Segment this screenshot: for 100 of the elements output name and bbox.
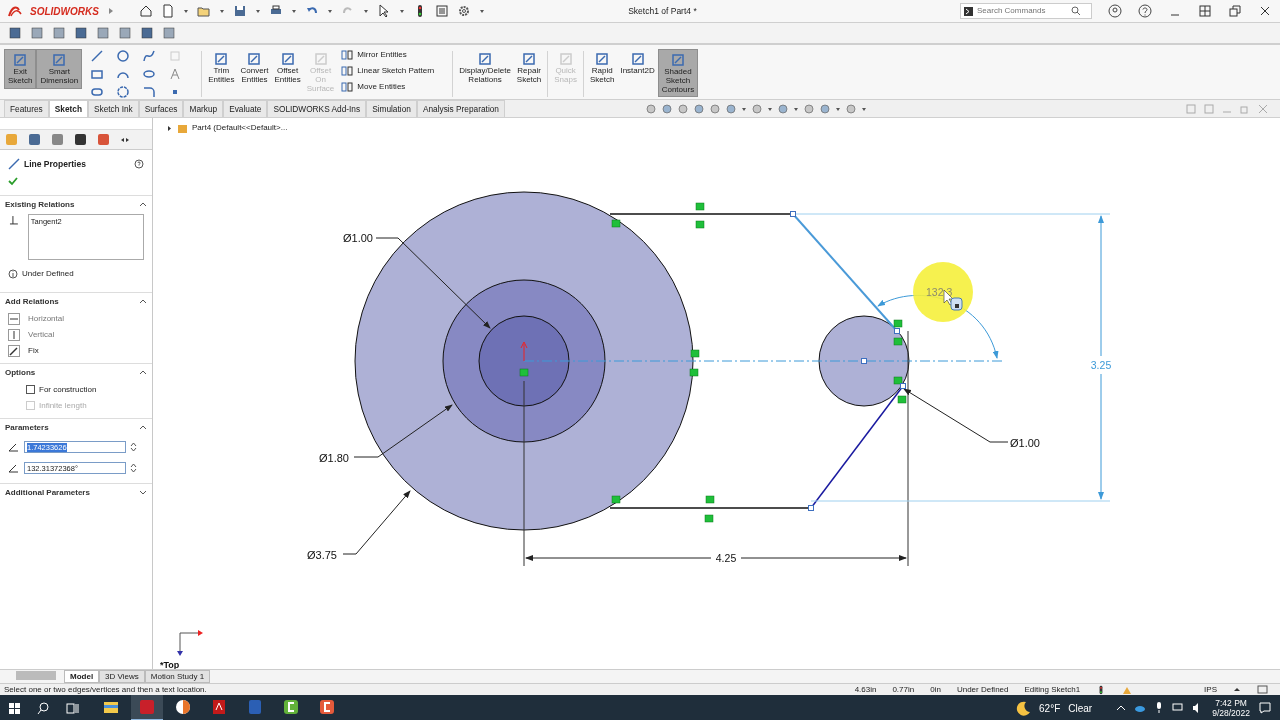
tile-icon[interactable] xyxy=(1198,4,1212,18)
ribbon-button[interactable]: Convert Entities xyxy=(237,49,272,87)
cursor-icon[interactable] xyxy=(376,4,391,18)
save-icon[interactable] xyxy=(232,4,247,18)
tree-path[interactable]: Part4 (Default<<Default>... xyxy=(192,122,288,134)
tool-icon xyxy=(12,52,29,68)
sketch-point[interactable] xyxy=(900,383,906,389)
app-icon[interactable] xyxy=(282,698,300,716)
ribbon-button[interactable]: Display/Delete Relations xyxy=(456,49,514,87)
ribbon-button[interactable]: Rapid Sketch xyxy=(586,49,618,87)
spinner-icon[interactable] xyxy=(130,463,137,474)
linear-dimension[interactable]: 4.25 xyxy=(715,552,737,564)
open-folder-icon[interactable] xyxy=(196,4,211,18)
ribbon-button[interactable]: Shaded Sketch Contours xyxy=(657,49,699,98)
sketch-point[interactable] xyxy=(861,358,867,364)
ok-icon[interactable] xyxy=(8,175,18,186)
help-icon[interactable] xyxy=(134,159,144,170)
ribbon-command[interactable]: Move Entities xyxy=(341,81,435,93)
caret-icon[interactable] xyxy=(741,105,747,112)
expand-icon[interactable] xyxy=(139,489,147,497)
sketch-point[interactable] xyxy=(808,505,814,511)
weather-condition[interactable]: Clear xyxy=(1068,700,1093,716)
status-menu-icon[interactable] xyxy=(1257,684,1268,695)
chevron-up-icon[interactable] xyxy=(1116,704,1127,712)
ribbon-command[interactable]: Linear Sketch Pattern xyxy=(341,65,435,77)
close-icon[interactable] xyxy=(1258,4,1272,18)
settings-icon[interactable] xyxy=(456,4,471,18)
collapse-icon[interactable] xyxy=(139,424,147,432)
home-icon[interactable] xyxy=(138,4,153,18)
network-icon[interactable] xyxy=(1172,702,1185,714)
ribbon-button[interactable]: Repair Sketch xyxy=(513,49,545,87)
restore-icon[interactable] xyxy=(1228,4,1242,18)
scroll-arrows-icon[interactable] xyxy=(119,135,131,144)
rectangle-tool-icon[interactable] xyxy=(90,67,105,81)
collapse-icon[interactable] xyxy=(139,369,147,377)
start-icon[interactable] xyxy=(8,701,21,715)
app-icon[interactable] xyxy=(210,698,228,716)
spline-tool-icon[interactable] xyxy=(142,49,157,63)
diameter-dimension[interactable]: Ø1.00 xyxy=(343,232,373,244)
ribbon-button[interactable]: Instant2D xyxy=(617,49,658,78)
caret-icon[interactable] xyxy=(362,8,369,14)
section-heading[interactable]: Options xyxy=(5,366,36,379)
caret-icon[interactable] xyxy=(254,8,261,14)
caret-icon[interactable] xyxy=(861,105,867,112)
caret-icon[interactable] xyxy=(835,105,841,112)
search-field[interactable]: Search Commands xyxy=(960,3,1092,19)
diameter-dimension[interactable]: Ø3.75 xyxy=(307,549,337,561)
relation-button[interactable]: Fix xyxy=(0,342,152,359)
collapse-icon[interactable] xyxy=(139,298,147,306)
ribbon-button[interactable]: Trim Entities xyxy=(205,49,238,87)
bottom-tab[interactable]: 3D Views xyxy=(99,670,145,683)
caret-icon[interactable] xyxy=(182,8,189,14)
search-icon[interactable] xyxy=(37,701,50,715)
cloud-icon[interactable] xyxy=(1134,703,1147,713)
clock-time[interactable]: 7:42 PM xyxy=(1212,697,1250,708)
help-icon[interactable] xyxy=(1138,4,1152,18)
caret-icon[interactable] xyxy=(767,105,773,112)
slot-tool-icon[interactable] xyxy=(90,85,105,99)
clock-date[interactable]: 9/28/2022 xyxy=(1212,708,1250,719)
section-heading[interactable]: Additional Parameters xyxy=(5,486,90,499)
relation-icon[interactable] xyxy=(611,495,621,504)
caret-icon[interactable] xyxy=(478,8,485,14)
ribbon-button[interactable]: Offset Entities xyxy=(271,49,304,87)
move-icon xyxy=(341,81,354,93)
collapse-icon[interactable] xyxy=(139,201,147,209)
diameter-dimension[interactable]: Ø1.80 xyxy=(319,452,349,464)
ribbon-button[interactable]: Smart Dimension xyxy=(36,49,83,89)
section-heading[interactable]: Parameters xyxy=(5,421,49,434)
ellipse-tool-icon[interactable] xyxy=(142,67,157,81)
app-icon[interactable] xyxy=(174,698,192,716)
new-document-icon[interactable] xyxy=(160,4,175,18)
circle-tool-icon[interactable] xyxy=(116,49,131,63)
section-heading[interactable]: Existing Relations xyxy=(5,198,75,211)
bottom-tab[interactable]: Motion Study 1 xyxy=(144,670,211,683)
bottom-tab[interactable]: Model xyxy=(64,670,100,683)
sketch-point[interactable] xyxy=(790,211,796,217)
relation-icon[interactable] xyxy=(611,219,621,228)
collapse-tree-icon[interactable] xyxy=(167,124,173,132)
task-view-icon[interactable] xyxy=(66,701,79,715)
units-selector[interactable]: IPS xyxy=(1204,683,1217,696)
caret-icon[interactable] xyxy=(326,8,333,14)
expand-arrow-icon[interactable] xyxy=(1233,686,1241,693)
ribbon-command[interactable]: Mirror Entities xyxy=(341,49,435,61)
polygon-tool-icon[interactable] xyxy=(116,85,131,99)
checkbox[interactable]: For construction xyxy=(0,381,152,398)
spinner-icon[interactable] xyxy=(130,442,137,453)
caret-icon[interactable] xyxy=(398,8,405,14)
app-icon[interactable] xyxy=(318,698,336,716)
list-icon[interactable] xyxy=(434,4,449,18)
caret-icon[interactable] xyxy=(290,8,297,14)
caret-icon[interactable] xyxy=(793,105,799,112)
account-icon[interactable] xyxy=(1108,4,1122,18)
ribbon-button[interactable]: Exit Sketch xyxy=(4,49,37,89)
fillet-tool-icon[interactable] xyxy=(142,85,157,99)
section-heading[interactable]: Add Relations xyxy=(5,295,59,308)
weather-temperature[interactable]: 62°F xyxy=(1039,700,1061,716)
line-tool-icon[interactable] xyxy=(90,49,105,63)
diameter-dimension[interactable]: Ø1.00 xyxy=(1010,437,1040,449)
notification-icon[interactable] xyxy=(1258,701,1272,715)
caret-icon[interactable] xyxy=(218,8,225,14)
